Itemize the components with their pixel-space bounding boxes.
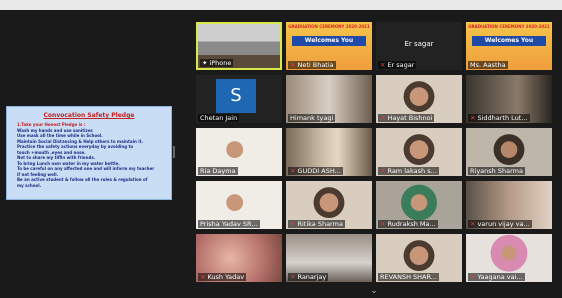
participant-name: GUDDI ASH...: [297, 167, 341, 175]
participant-tile[interactable]: ✕ Siddharth Lut...: [466, 75, 552, 123]
participant-name: Prisha Yadav SR...: [200, 220, 258, 228]
participant-tile[interactable]: ✕ Yaagana vai...: [466, 234, 552, 282]
participant-name-label: Prisha Yadav SR...: [198, 220, 260, 228]
participant-tile[interactable]: Er sagar ✕ Er sagar: [376, 22, 462, 70]
participant-tile[interactable]: ✕ Hayat Bishnoi: [376, 75, 462, 123]
participant-name-label: ✕ Ram lakash s...: [378, 167, 439, 175]
participant-name: Yaagana vai...: [477, 273, 523, 281]
participant-tile[interactable]: ✕ varun vijay va...: [466, 181, 552, 229]
participant-name-label: Ms. Aastha: [468, 61, 508, 69]
muted-mic-icon: ✕: [290, 273, 296, 281]
participant-name-label: ✕ Siddharth Lut...: [468, 114, 530, 122]
participant-name: Hayat Bishnoi: [387, 114, 433, 122]
muted-mic-icon: ✕: [200, 273, 206, 281]
participant-name: REVANSH SHAR...: [380, 273, 437, 281]
participant-name: Er sagar: [387, 61, 415, 69]
participant-name-label: ✕ Ranarjay: [288, 273, 329, 281]
muted-mic-icon: ✕: [470, 273, 476, 281]
participant-name: Ms. Aastha: [470, 61, 506, 69]
participant-name: Ranarjay: [297, 273, 327, 281]
participant-tile[interactable]: Himank tyagi: [286, 75, 372, 123]
participant-name: Ram lakash s...: [387, 167, 437, 175]
participant-name-label: ✕ GUDDI ASH...: [288, 167, 343, 175]
participant-tile[interactable]: GRADUATION CEREMONY 2020-2021 Welcomes Yo…: [286, 22, 372, 70]
participant-name: Rudraksh Ma...: [387, 220, 436, 228]
gallery-grid: ✦ iPhone GRADUATION CEREMONY 2020-2021 Welc…: [196, 22, 554, 284]
muted-mic-icon: ✕: [380, 220, 386, 228]
muted-mic-icon: ✕: [380, 114, 386, 122]
participant-name-label: ✕ varun vijay va...: [468, 220, 532, 228]
participant-name-label: Chetan Jain: [198, 114, 240, 122]
participant-name-label: ✕ Hayat Bishnoi: [378, 114, 435, 122]
muted-mic-icon: ✕: [380, 61, 386, 69]
muted-mic-icon: ✕: [470, 220, 476, 228]
participant-name-label: ✕ Ritika Sharma: [288, 220, 345, 228]
participant-tile[interactable]: ✕ Ranarjay: [286, 234, 372, 282]
muted-mic-icon: ✕: [470, 114, 476, 122]
graduation-header: GRADUATION CEREMONY 2020-2021: [288, 24, 370, 29]
participant-tile[interactable]: ✕ GUDDI ASH...: [286, 128, 372, 176]
shared-screen[interactable]: Convocation Safety Pledge 1.Take your Ho…: [6, 106, 172, 200]
participant-name-label: ✕ Er sagar: [378, 61, 417, 69]
avatar: S: [216, 79, 256, 113]
participant-tile[interactable]: ✦ iPhone: [196, 22, 282, 70]
participant-tile[interactable]: Ria Dayma: [196, 128, 282, 176]
participant-tile[interactable]: ✕ Kush Yadav: [196, 234, 282, 282]
muted-mic-icon: ✕: [290, 220, 296, 228]
participant-name-label: ✕ Rudraksh Ma...: [378, 220, 438, 228]
participant-name-label: Riyansh Sharma: [468, 167, 525, 175]
participant-tile[interactable]: ✕ Rudraksh Ma...: [376, 181, 462, 229]
muted-mic-icon: ✕: [290, 167, 296, 175]
welcome-text: Welcomes You: [484, 37, 534, 44]
participant-name-label: Himank tyagi: [288, 114, 336, 122]
participant-name: Riyansh Sharma: [470, 167, 523, 175]
share-line: my school.: [17, 182, 42, 188]
participant-name: Himank tyagi: [290, 114, 334, 122]
participant-name: Kush Yadav: [207, 273, 245, 281]
participant-name-label: ✕ Yaagana vai...: [468, 273, 525, 281]
share-line: To be careful on any affected one and wi…: [17, 166, 155, 171]
participant-tile[interactable]: Riyansh Sharma: [466, 128, 552, 176]
participant-name-label: ✦ iPhone: [200, 59, 234, 67]
share-title: Convocation Safety Pledge: [43, 112, 135, 119]
welcome-text: Welcomes You: [304, 37, 354, 44]
participant-name: Chetan Jain: [200, 114, 238, 122]
muted-mic-icon: ✕: [380, 167, 386, 175]
participant-name: varun vijay va...: [477, 220, 530, 228]
participant-tile[interactable]: REVANSH SHAR...: [376, 234, 462, 282]
participant-tile[interactable]: ✕ Ram lakash s...: [376, 128, 462, 176]
participant-name: Ritika Sharma: [297, 220, 343, 228]
pin-icon: ✦: [202, 59, 208, 67]
share-line: Be an active student & follow all the ru…: [17, 177, 148, 182]
participant-name-label: ✕ Kush Yadav: [198, 273, 247, 281]
split-resize-handle[interactable]: [173, 146, 175, 158]
participant-tile[interactable]: GRADUATION CEREMONY 2020-2021 Welcomes Yo…: [466, 22, 552, 70]
participant-tile[interactable]: S Chetan Jain: [196, 75, 282, 123]
participant-name: Neti Bhatia: [297, 61, 334, 69]
graduation-header: GRADUATION CEREMONY 2020-2021: [468, 24, 550, 29]
participant-name-label: ✕ Neti Bhatia: [288, 61, 336, 69]
participant-name: Siddharth Lut...: [477, 114, 528, 122]
chevron-down-icon[interactable]: ⌄: [365, 286, 383, 296]
participant-center-name: Er sagar: [404, 40, 434, 48]
participant-tile[interactable]: ✕ Ritika Sharma: [286, 181, 372, 229]
participant-name: iPhone: [209, 59, 232, 67]
participant-name-label: Ria Dayma: [198, 167, 238, 175]
participant-name-label: REVANSH SHAR...: [378, 273, 439, 281]
window-top-strip: [0, 0, 562, 10]
participant-name: Ria Dayma: [200, 167, 236, 175]
participant-tile[interactable]: Prisha Yadav SR...: [196, 181, 282, 229]
muted-mic-icon: ✕: [290, 61, 296, 69]
